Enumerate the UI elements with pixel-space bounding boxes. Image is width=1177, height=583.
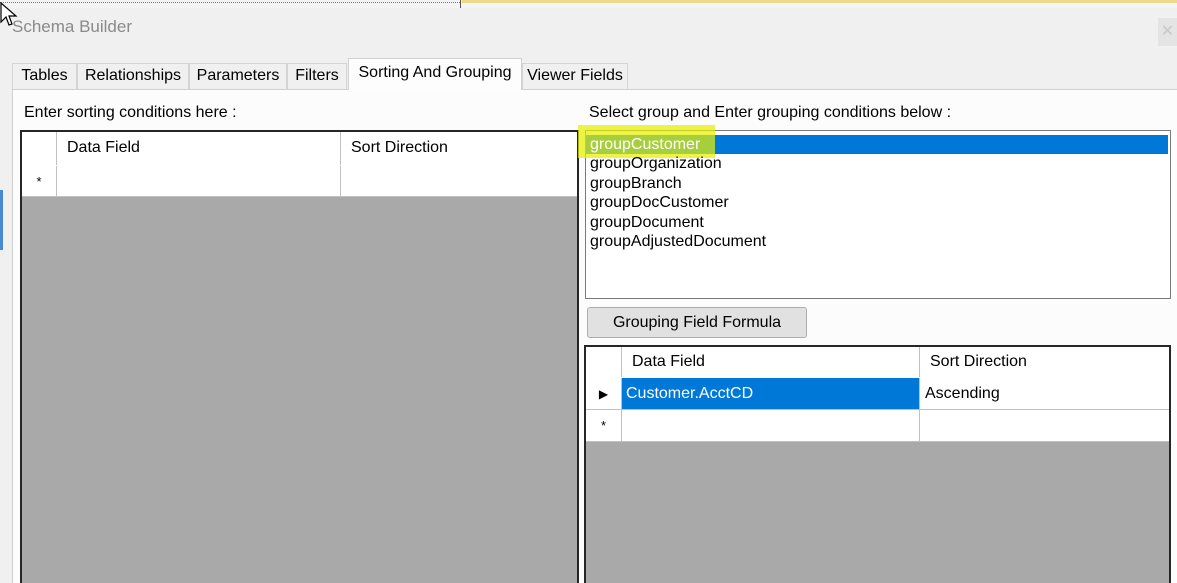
grouping-grid[interactable]: Data Field Sort Direction ▶ Customer.Acc… bbox=[584, 345, 1171, 583]
tab-parameters[interactable]: Parameters bbox=[189, 63, 287, 90]
dotted-border bbox=[0, 2, 460, 4]
grouping-label: Select group and Enter grouping conditio… bbox=[589, 104, 952, 121]
column-header-sort-direction[interactable]: Sort Direction bbox=[920, 347, 1169, 377]
grid-cell-sort-direction[interactable]: Ascending bbox=[920, 378, 1169, 410]
new-row-data-field-cell[interactable] bbox=[622, 410, 920, 442]
sorting-label: Enter sorting conditions here : bbox=[24, 104, 237, 121]
new-row-data-field-cell[interactable] bbox=[57, 166, 341, 197]
grouping-grid-header: Data Field Sort Direction bbox=[586, 347, 1169, 379]
divider bbox=[460, 0, 461, 8]
group-listbox[interactable]: groupCustomer groupOrganization groupBra… bbox=[578, 125, 1171, 299]
column-header-data-field[interactable]: Data Field bbox=[57, 132, 341, 165]
tab-relationships[interactable]: Relationships bbox=[77, 63, 189, 90]
current-row-indicator[interactable]: ▶ bbox=[586, 378, 622, 410]
new-row-sort-direction-cell[interactable] bbox=[920, 410, 1169, 442]
group-item-document[interactable]: groupDocument bbox=[590, 213, 704, 232]
group-item-branch[interactable]: groupBranch bbox=[590, 174, 682, 193]
grid-corner-cell bbox=[22, 132, 57, 165]
new-row-sort-direction-cell[interactable] bbox=[341, 166, 577, 197]
sorting-grid[interactable]: Data Field Sort Direction * bbox=[20, 130, 579, 583]
tab-sorting-and-grouping[interactable]: Sorting And Grouping bbox=[348, 58, 522, 90]
grouping-field-formula-button[interactable]: Grouping Field Formula bbox=[587, 307, 807, 338]
background-window-strip bbox=[0, 0, 1177, 8]
new-row-indicator[interactable]: * bbox=[586, 410, 622, 442]
grid-corner-cell bbox=[586, 347, 622, 377]
close-button[interactable]: ✕ bbox=[1158, 18, 1177, 46]
new-row-indicator[interactable]: * bbox=[22, 166, 57, 197]
background-window-edge bbox=[0, 190, 3, 250]
tab-viewer-fields[interactable]: Viewer Fields bbox=[522, 63, 628, 90]
group-item-organization[interactable]: groupOrganization bbox=[590, 154, 722, 173]
sorting-grid-header: Data Field Sort Direction bbox=[22, 132, 577, 167]
mouse-cursor-icon bbox=[0, 2, 18, 26]
title-bar[interactable] bbox=[0, 8, 1177, 50]
background-highlight-strip bbox=[462, 0, 1177, 3]
grid-cell-data-field[interactable]: Customer.AcctCD bbox=[622, 378, 920, 410]
column-header-data-field[interactable]: Data Field bbox=[622, 347, 920, 377]
group-item-customer[interactable]: groupCustomer bbox=[590, 135, 700, 154]
group-item-adjusted-document[interactable]: groupAdjustedDocument bbox=[590, 232, 766, 251]
tab-strip: Tables Relationships Parameters Filters … bbox=[12, 58, 1177, 90]
tab-tables[interactable]: Tables bbox=[12, 63, 77, 90]
window-title: Schema Builder bbox=[12, 17, 133, 36]
group-item-doc-customer[interactable]: groupDocCustomer bbox=[590, 193, 729, 212]
tab-filters[interactable]: Filters bbox=[287, 63, 347, 90]
column-header-sort-direction[interactable]: Sort Direction bbox=[341, 132, 577, 165]
